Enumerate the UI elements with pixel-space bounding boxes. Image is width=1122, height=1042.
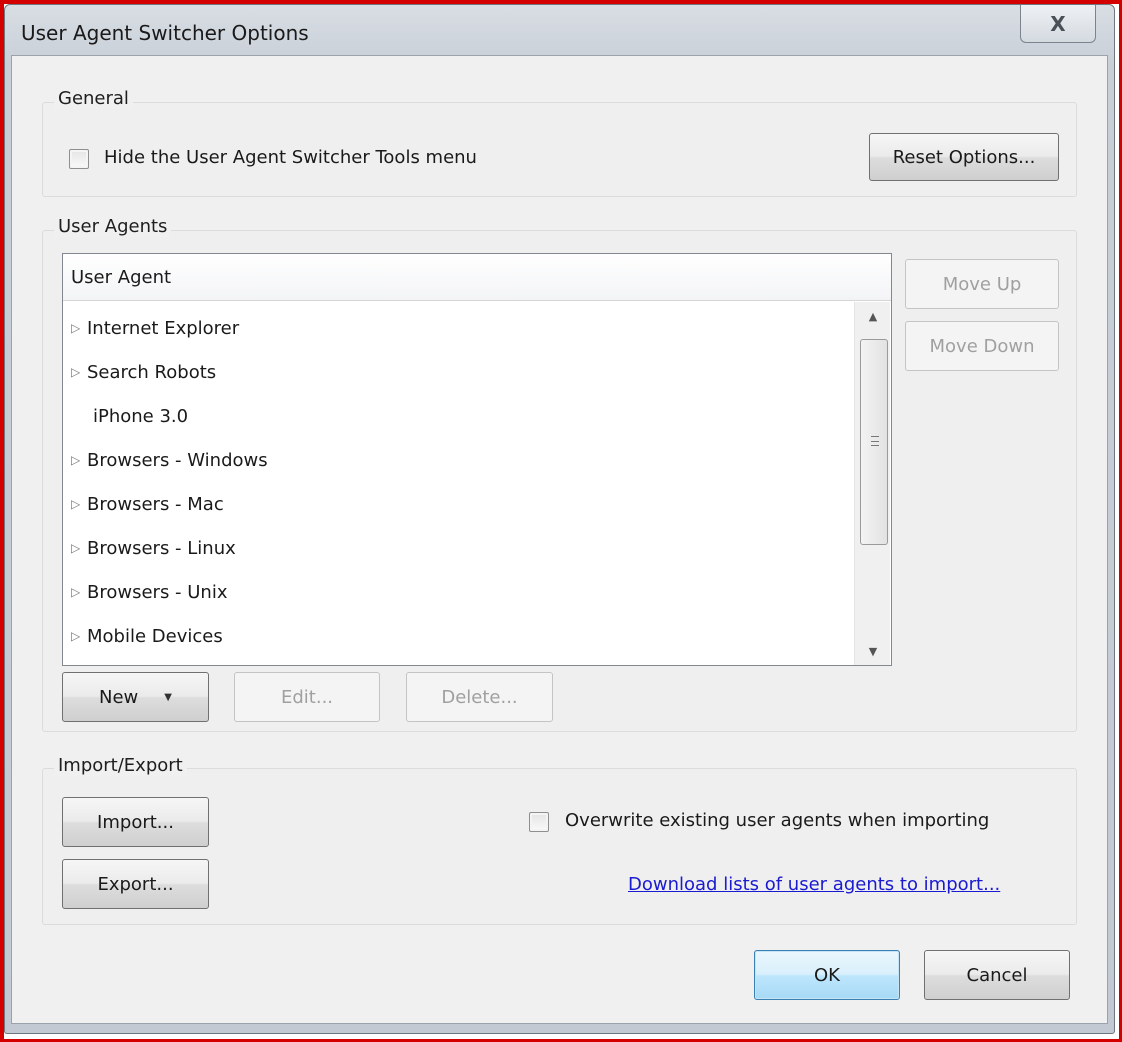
list-item-label: Browsers - Linux — [87, 538, 236, 559]
import-export-group-label: Import/Export — [54, 755, 187, 776]
list-item-label: Internet Explorer — [87, 318, 240, 339]
list-item[interactable]: ▷ Browsers - Unix — [63, 571, 853, 615]
close-icon: X — [1050, 11, 1066, 36]
scrollbar-thumb[interactable] — [860, 339, 888, 545]
cancel-button[interactable]: Cancel — [924, 950, 1070, 1000]
move-down-button[interactable]: Move Down — [905, 321, 1059, 371]
reset-options-button[interactable]: Reset Options... — [869, 133, 1059, 181]
list-item-label: Search Robots — [87, 362, 217, 383]
dialog-window: User Agent Switcher Options X General Hi… — [4, 4, 1115, 1034]
list-item[interactable]: ▷ Browsers - Linux — [63, 527, 853, 571]
scroll-down-arrow-icon[interactable]: ▼ — [855, 637, 891, 665]
scroll-up-arrow-icon[interactable]: ▲ — [855, 302, 891, 330]
dialog-client-area: General Hide the User Agent Switcher Too… — [11, 55, 1108, 1024]
list-item[interactable]: ▷ Mobile Devices — [63, 615, 853, 659]
new-button[interactable]: New ▼ — [62, 672, 209, 722]
window-title: User Agent Switcher Options — [21, 21, 309, 45]
expand-arrow-icon[interactable]: ▷ — [71, 321, 81, 335]
ok-button[interactable]: OK — [754, 950, 900, 1000]
list-scrollbar[interactable]: ▲ ▼ — [854, 302, 890, 665]
dropdown-arrow-icon: ▼ — [164, 691, 172, 703]
list-item[interactable]: ▷ Browsers - Mac — [63, 483, 853, 527]
general-group-label: General — [54, 88, 133, 109]
new-button-label: New — [99, 686, 139, 708]
column-header-label: User Agent — [71, 267, 172, 288]
list-item[interactable]: ▷ Browsers - Windows — [63, 439, 853, 483]
user-agents-group-label: User Agents — [54, 216, 172, 237]
expand-arrow-icon[interactable]: ▷ — [71, 629, 81, 643]
scrollbar-grip-icon — [871, 436, 879, 446]
close-button[interactable]: X — [1020, 5, 1096, 43]
overwrite-checkbox[interactable] — [529, 812, 549, 832]
expand-arrow-icon[interactable]: ▷ — [71, 497, 81, 511]
download-lists-link[interactable]: Download lists of user agents to import.… — [628, 874, 1000, 895]
hide-tools-menu-checkbox[interactable] — [69, 149, 89, 169]
edit-button[interactable]: Edit... — [234, 672, 380, 722]
delete-button[interactable]: Delete... — [406, 672, 553, 722]
user-agent-column-header[interactable]: User Agent — [63, 254, 891, 301]
list-item[interactable]: ▷ Internet Explorer — [63, 307, 853, 351]
hide-tools-menu-label: Hide the User Agent Switcher Tools menu — [104, 147, 477, 168]
list-item[interactable]: ▷ Search Robots — [63, 351, 853, 395]
import-button[interactable]: Import... — [62, 797, 209, 847]
list-item-label: iPhone 3.0 — [93, 406, 189, 427]
expand-arrow-icon[interactable]: ▷ — [71, 541, 81, 555]
list-item-label: Browsers - Windows — [87, 450, 268, 471]
export-button[interactable]: Export... — [62, 859, 209, 909]
expand-arrow-icon[interactable]: ▷ — [71, 585, 81, 599]
user-agent-list[interactable]: User Agent ▷ Internet Explorer ▷ Search Rob… — [62, 253, 892, 666]
list-item[interactable]: iPhone 3.0 — [63, 395, 853, 439]
list-item-label: Browsers - Mac — [87, 494, 224, 515]
expand-arrow-icon[interactable]: ▷ — [71, 453, 81, 467]
list-item-label: Browsers - Unix — [87, 582, 228, 603]
overwrite-label: Overwrite existing user agents when impo… — [565, 810, 990, 831]
list-item-label: Mobile Devices — [87, 626, 223, 647]
expand-arrow-icon[interactable]: ▷ — [71, 365, 81, 379]
move-up-button[interactable]: Move Up — [905, 259, 1059, 309]
